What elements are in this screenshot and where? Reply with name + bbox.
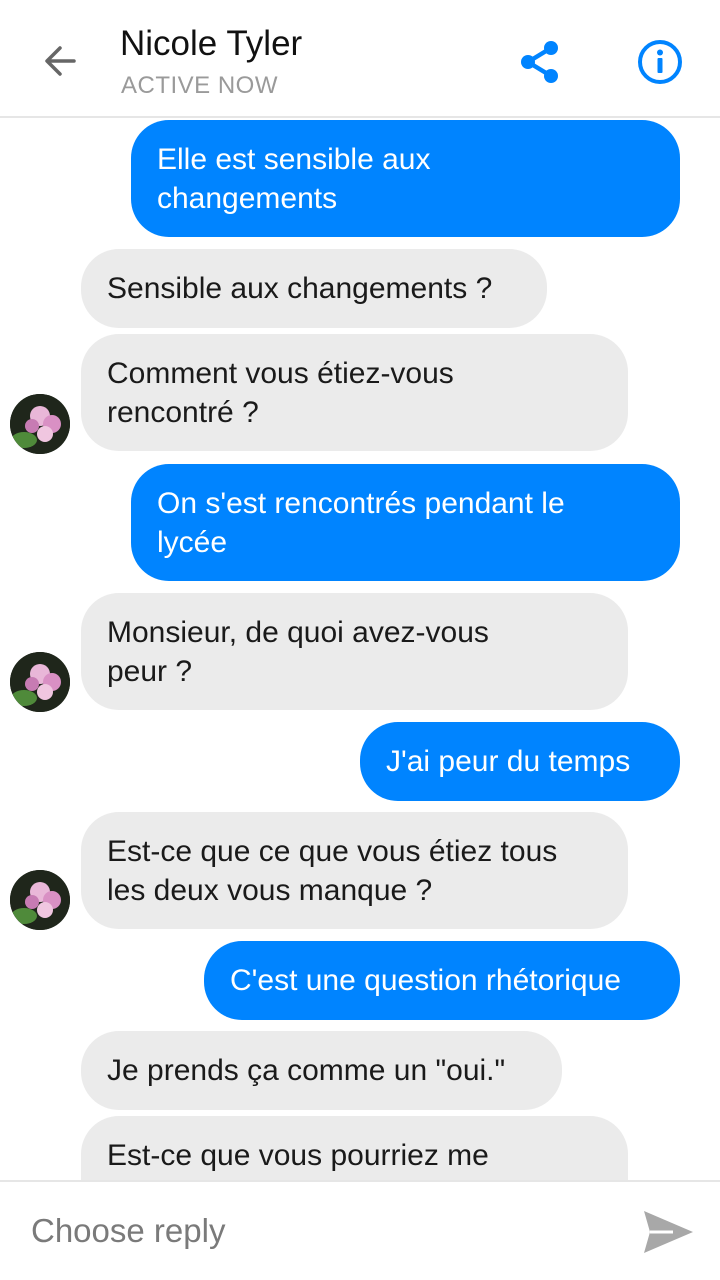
message-incoming: Est-ce que ce que vous étiez tous les de… [81,812,628,929]
message-incoming: Comment vous étiez-vous rencontré ? [81,334,628,451]
flower-icon [10,652,70,712]
reply-composer: Choose reply [0,1180,720,1280]
send-icon[interactable] [640,1206,696,1258]
message-thread[interactable]: Elle est sensible aux changements Sensib… [0,118,720,1180]
contact-avatar[interactable] [10,870,70,930]
info-icon[interactable] [634,36,686,88]
message-incoming: Monsieur, de quoi avez-vous peur ? [81,593,628,710]
contact-name[interactable]: Nicole Tyler [120,24,302,64]
message-outgoing: C'est une question rhétorique [204,941,680,1020]
contact-avatar[interactable] [10,394,70,454]
choose-reply-input[interactable]: Choose reply [31,1212,225,1250]
message-incoming: Est-ce que vous pourriez me [81,1116,628,1180]
flower-icon [10,394,70,454]
active-status: ACTIVE NOW [121,72,279,99]
message-outgoing: Elle est sensible aux changements [131,120,680,237]
message-incoming: Je prends ça comme un "oui." [81,1031,562,1110]
back-arrow-icon[interactable] [38,38,84,84]
message-incoming: Sensible aux changements ? [81,249,547,328]
flower-icon [10,870,70,930]
share-icon[interactable] [514,36,566,88]
chat-header: Nicole Tyler ACTIVE NOW [0,0,720,118]
contact-avatar[interactable] [10,652,70,712]
message-outgoing: J'ai peur du temps [360,722,680,801]
message-outgoing: On s'est rencontrés pendant le lycée [131,464,680,581]
